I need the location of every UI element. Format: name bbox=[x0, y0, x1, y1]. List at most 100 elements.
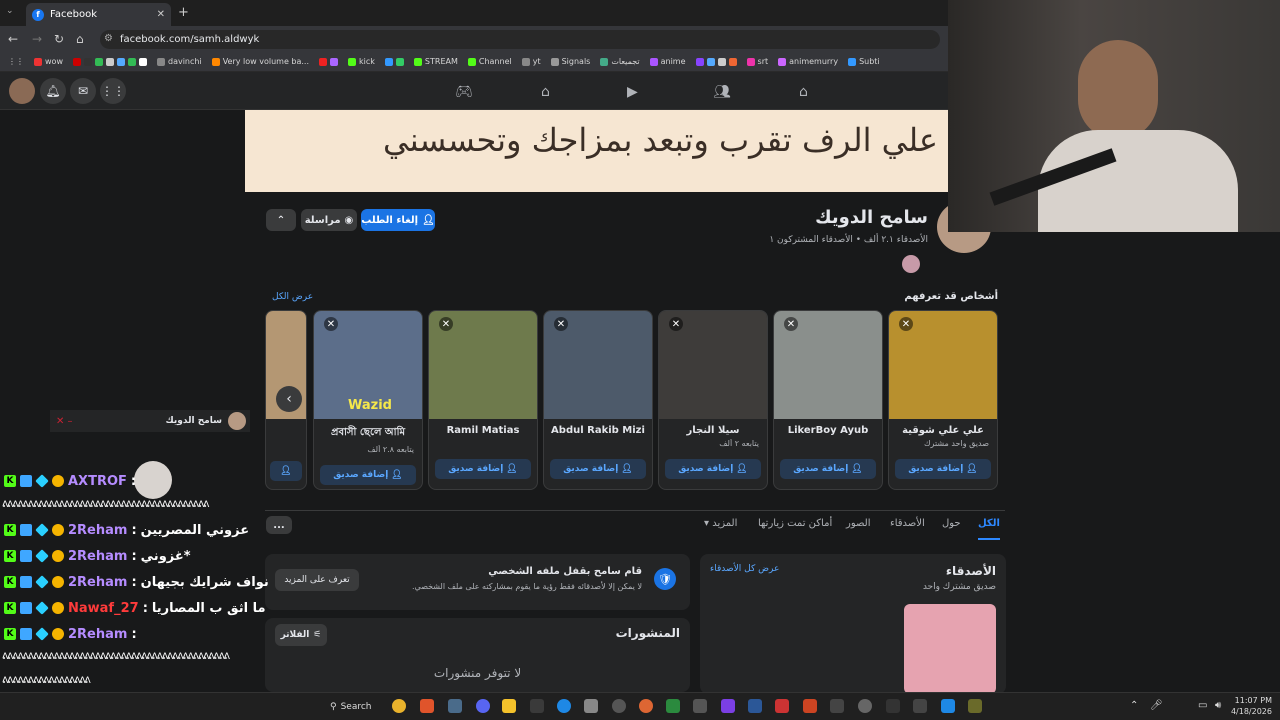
clock[interactable]: 11:07 PM 4/18/2026 bbox=[1228, 695, 1272, 717]
tab-friends[interactable]: الأصدقاء bbox=[890, 518, 925, 529]
see-all-link[interactable]: عرض الكل bbox=[272, 292, 313, 302]
app-icon-4[interactable] bbox=[639, 699, 653, 713]
bookmark-stream[interactable]: STREAM bbox=[413, 57, 458, 66]
cover-photo[interactable]: علي الرف تقرب وتبعد بمزاجك وتحسسني bbox=[245, 110, 948, 192]
dismiss-icon[interactable]: ✕ bbox=[784, 317, 798, 331]
home-nav-icon[interactable]: ⌂ bbox=[799, 84, 808, 100]
dismiss-icon[interactable]: ✕ bbox=[669, 317, 683, 331]
tab-photos[interactable]: الصور bbox=[846, 518, 871, 529]
friends-icon[interactable]: 👥︎ bbox=[713, 84, 731, 100]
dismiss-icon[interactable]: ✕ bbox=[554, 317, 568, 331]
app-icon-11[interactable] bbox=[886, 699, 900, 713]
app-icon-10[interactable] bbox=[858, 699, 872, 713]
word-icon[interactable] bbox=[748, 699, 762, 713]
tab-about[interactable]: حول bbox=[942, 518, 961, 529]
bookmark-srt[interactable]: srt bbox=[746, 57, 768, 66]
app-icon-12[interactable] bbox=[941, 699, 955, 713]
message-button[interactable]: مراسلة ◉ bbox=[301, 209, 357, 231]
site-info-icon[interactable]: ⚙ bbox=[104, 33, 113, 44]
add-friend-button[interactable]: إضافة صديق 👤︎ bbox=[780, 459, 876, 479]
tray-wifi-icon[interactable]: ▭ bbox=[1198, 700, 1207, 711]
messenger-icon[interactable]: ✉ bbox=[70, 78, 96, 104]
close-tab-icon[interactable]: ✕ bbox=[157, 9, 165, 20]
suggestion-card[interactable]: ✕ Ramil Matias إضافة صديق 👤︎ bbox=[428, 310, 538, 490]
partial-add-friend-button[interactable]: 👤︎ bbox=[270, 461, 302, 481]
tray-volume-icon[interactable]: 🔊︎ bbox=[1215, 700, 1221, 711]
marketplace-icon[interactable]: ⌂ bbox=[541, 84, 550, 100]
discord-icon[interactable] bbox=[476, 699, 490, 713]
mutual-friend-avatar[interactable] bbox=[902, 255, 920, 273]
tab-list-icon[interactable]: ⌄ bbox=[6, 6, 14, 16]
more-options-button[interactable]: ... bbox=[266, 516, 292, 534]
url-field[interactable]: facebook.com/samh.aldwyk bbox=[100, 30, 940, 49]
apps-icon[interactable]: ⋮⋮ bbox=[8, 57, 24, 66]
app-icon-6[interactable] bbox=[721, 699, 735, 713]
bookmark-channel[interactable]: Channel bbox=[467, 57, 512, 66]
gaming-icon[interactable]: 🎮︎ bbox=[455, 84, 473, 100]
bookmark-subti[interactable]: Subti bbox=[848, 57, 880, 66]
folder-icon[interactable] bbox=[502, 699, 516, 713]
chrome-icon[interactable] bbox=[392, 699, 406, 713]
video-icon[interactable]: ▶ bbox=[627, 84, 638, 100]
mini-chat-header[interactable]: ✕ – سامح الدويك bbox=[50, 410, 250, 432]
app-icon-7[interactable] bbox=[775, 699, 789, 713]
suggestion-card[interactable]: ✕ LikerBoy Ayub إضافة صديق 👤︎ bbox=[773, 310, 883, 490]
avatar[interactable] bbox=[9, 78, 35, 104]
bookmark-anime[interactable]: anime bbox=[649, 57, 686, 66]
carousel-prev-icon[interactable]: ‹ bbox=[276, 386, 302, 412]
tab-visited-places[interactable]: أماكن تمت زيارتها bbox=[758, 518, 832, 529]
tab-more[interactable]: ▾ المزيد bbox=[704, 518, 737, 529]
menu-grid-icon[interactable]: ⋮⋮ bbox=[100, 78, 126, 104]
tab-all[interactable]: الكل bbox=[978, 518, 1000, 540]
app-icon-1[interactable] bbox=[530, 699, 544, 713]
see-all-friends-link[interactable]: عرض كل الأصدقاء bbox=[710, 564, 779, 574]
app-icon-5[interactable] bbox=[693, 699, 707, 713]
home-icon[interactable]: ⌂ bbox=[76, 32, 84, 46]
new-tab-icon[interactable]: + bbox=[178, 5, 189, 20]
taskbar-search[interactable]: ⚲ Search bbox=[330, 697, 384, 717]
collapse-button[interactable]: ⌃ bbox=[266, 209, 296, 231]
notifications-icon[interactable]: 🔔︎ bbox=[40, 78, 66, 104]
terminal-icon[interactable] bbox=[913, 699, 927, 713]
friend-photo[interactable] bbox=[904, 604, 996, 694]
tray-chevron-icon[interactable]: ⌃ bbox=[1130, 700, 1138, 711]
xbox-icon[interactable] bbox=[666, 699, 680, 713]
bookmark-collections[interactable]: تجميعات bbox=[600, 57, 640, 66]
cancel-request-button[interactable]: إلغاء الطلب 👤︎ bbox=[361, 209, 435, 231]
obs-icon[interactable] bbox=[612, 699, 626, 713]
brave-icon[interactable] bbox=[420, 699, 434, 713]
add-friend-button[interactable]: إضافة صديق 👤︎ bbox=[550, 459, 646, 479]
dismiss-icon[interactable]: ✕ bbox=[439, 317, 453, 331]
add-friend-button[interactable]: إضافة صديق 👤︎ bbox=[435, 459, 531, 479]
add-friend-button[interactable]: إضافة صديق 👤︎ bbox=[895, 459, 991, 479]
suggestion-card[interactable]: Wazid ✕ প্রবাসী ছেলে আমি يتابعه ٢.٨ ألف إضاف… bbox=[313, 310, 423, 490]
tray-mic-icon[interactable]: 🎤︎ bbox=[1150, 700, 1163, 711]
app-icon-9[interactable] bbox=[830, 699, 844, 713]
app-icon-8[interactable] bbox=[803, 699, 817, 713]
bookmark-yt[interactable]: yt bbox=[521, 57, 541, 66]
app-icon-3[interactable] bbox=[584, 699, 598, 713]
bookmark-kick[interactable]: kick bbox=[348, 57, 375, 66]
forward-icon[interactable]: → bbox=[32, 32, 42, 46]
add-friend-button[interactable]: إضافة صديق 👤︎ bbox=[320, 465, 416, 485]
app-icon-2[interactable] bbox=[557, 699, 571, 713]
back-icon[interactable]: ← bbox=[8, 32, 18, 46]
reload-icon[interactable]: ↻ bbox=[54, 32, 64, 46]
app-icon-13[interactable] bbox=[968, 699, 982, 713]
close-chat-icon[interactable]: ✕ – bbox=[50, 416, 73, 427]
bookmark-wow[interactable]: wow bbox=[34, 57, 63, 66]
filters-button[interactable]: الفلاتر ⚟ bbox=[275, 624, 327, 646]
suggestion-card[interactable]: ✕ علي علي شوقية صديق واحد مشترك إضافة صديق 👤… bbox=[888, 310, 998, 490]
learn-more-button[interactable]: تعرف على المزيد bbox=[275, 569, 359, 591]
suggestion-card[interactable]: ✕ Abdul Rakib Mizi إضافة صديق 👤︎ bbox=[543, 310, 653, 490]
dismiss-icon[interactable]: ✕ bbox=[899, 317, 913, 331]
add-friend-button[interactable]: إضافة صديق 👤︎ bbox=[665, 459, 761, 479]
browser-tab[interactable]: f Facebook ✕ bbox=[26, 3, 171, 26]
bookmark-animemurry[interactable]: animemurry bbox=[778, 57, 838, 66]
bookmark-very-low-volume[interactable]: Very low volume ba... bbox=[211, 57, 309, 66]
bookmark-signals[interactable]: Signals bbox=[550, 57, 590, 66]
suggestion-card[interactable]: ✕ سيلا النجار يتابعه ٢ ألف إضافة صديق 👤︎ bbox=[658, 310, 768, 490]
bookmark-davinchi[interactable]: davinchi bbox=[156, 57, 202, 66]
steam-icon[interactable] bbox=[448, 699, 462, 713]
dismiss-icon[interactable]: ✕ bbox=[324, 317, 338, 331]
